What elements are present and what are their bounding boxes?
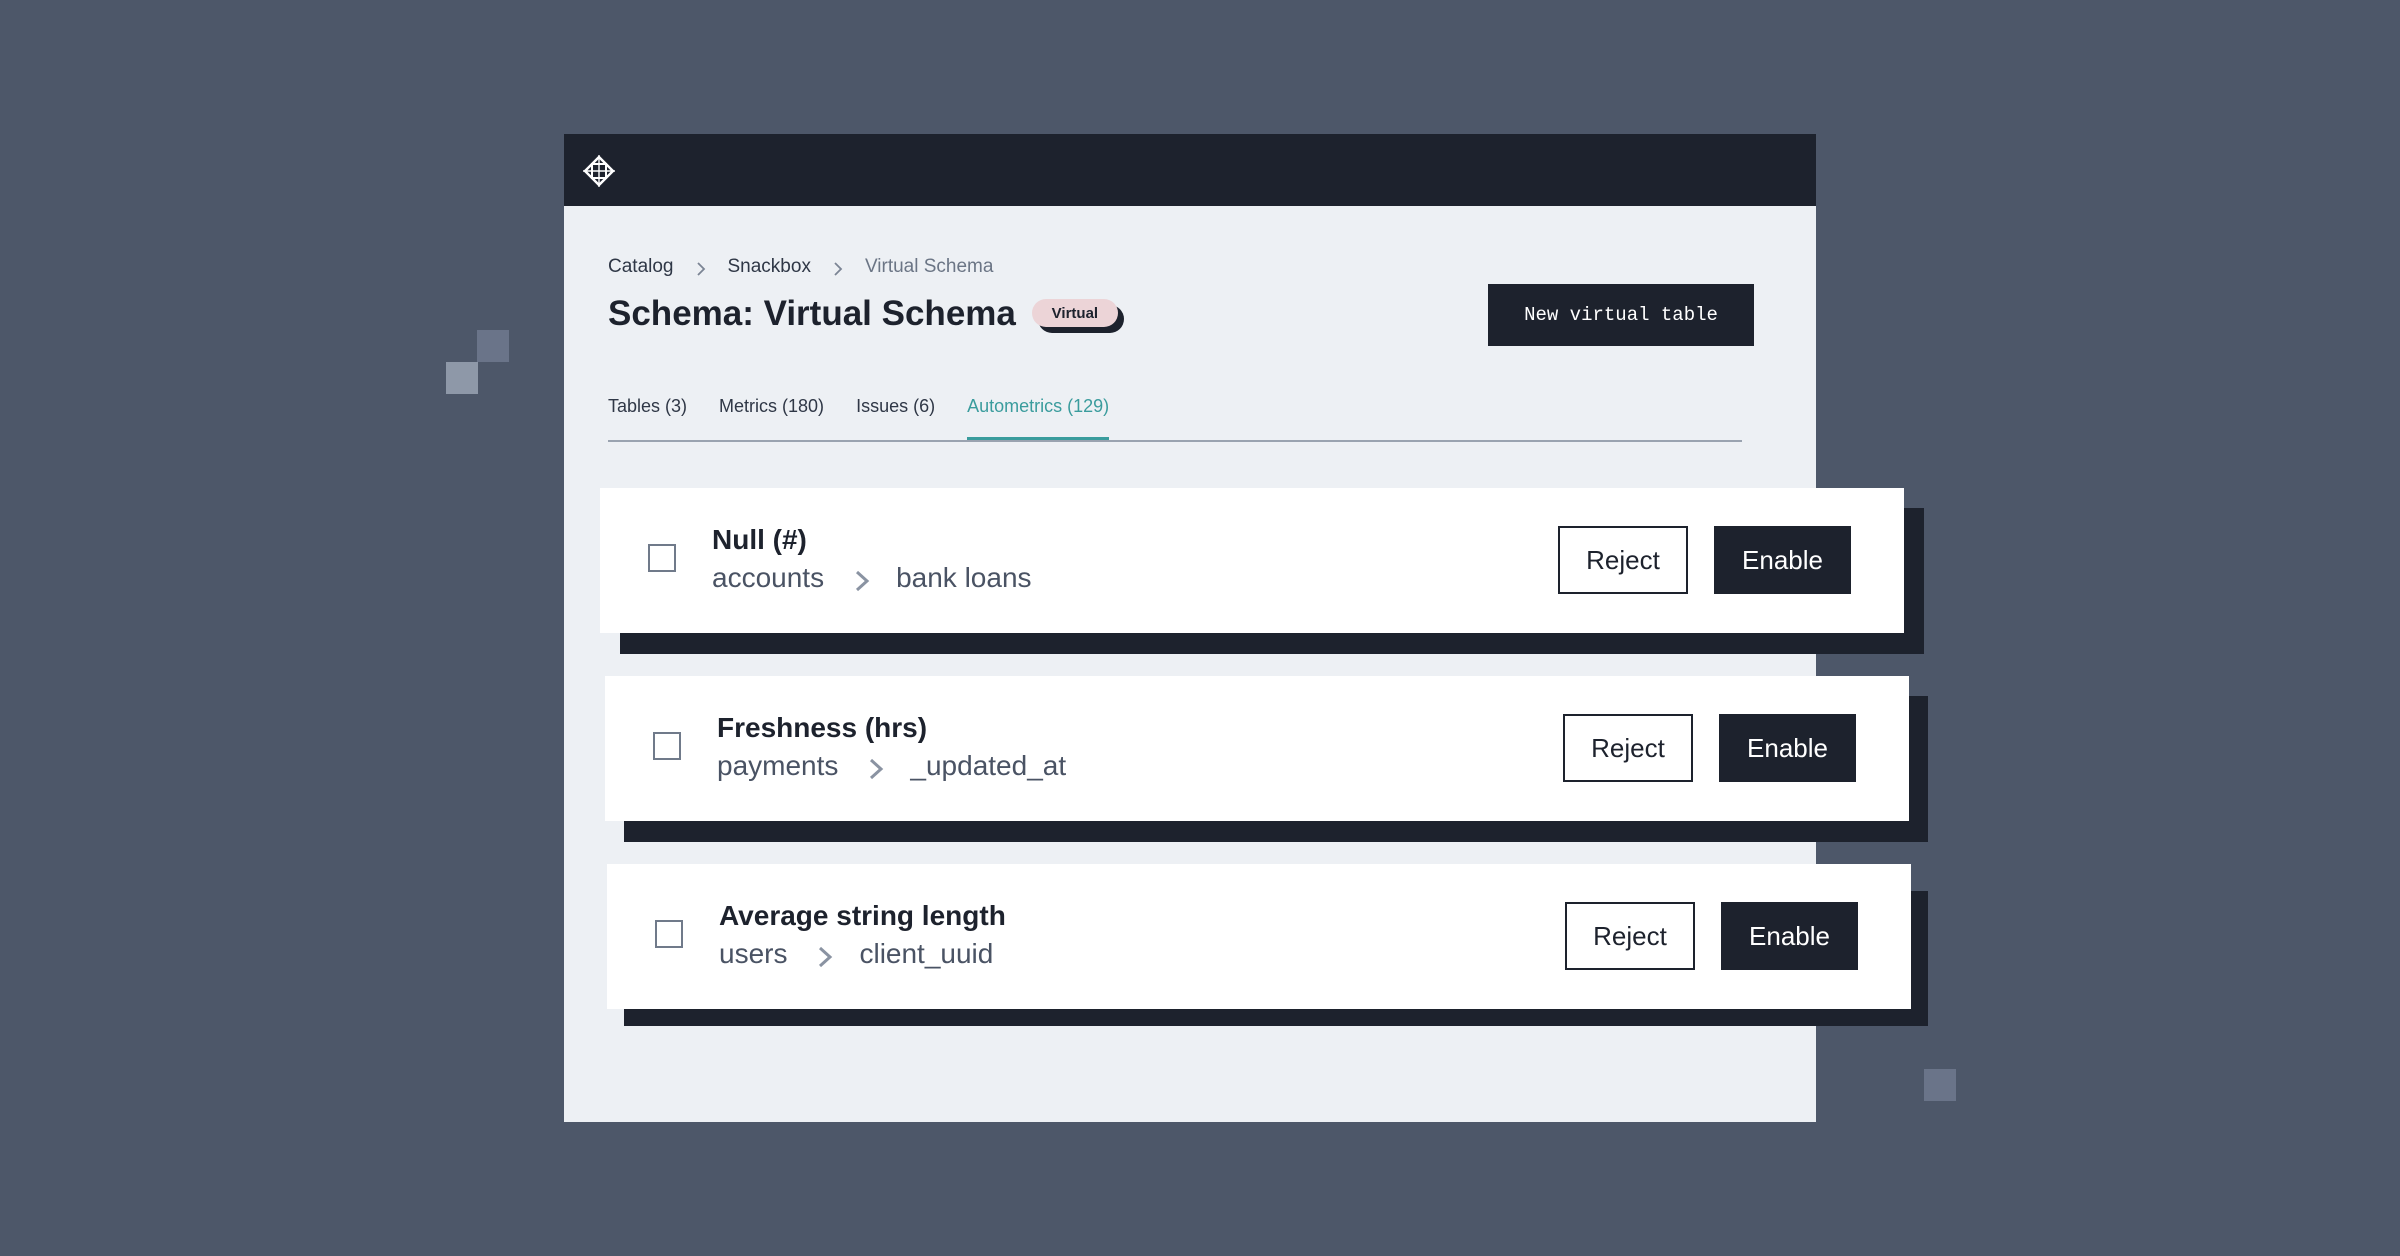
autometric-card: Average string length users client_uuid …	[607, 864, 1911, 1009]
top-bar	[564, 134, 1816, 206]
breadcrumb-snackbox[interactable]: Snackbox	[728, 256, 811, 278]
reject-button[interactable]: Reject	[1563, 714, 1693, 782]
enable-button[interactable]: Enable	[1719, 714, 1856, 782]
page-title: Schema: Virtual Schema	[608, 294, 1016, 333]
metric-name: Average string length	[719, 900, 1006, 931]
select-checkbox[interactable]	[653, 732, 681, 760]
column-name: _updated_at	[910, 750, 1067, 781]
metric-name: Freshness (hrs)	[717, 712, 928, 743]
badge-label: Virtual	[1031, 299, 1118, 327]
breadcrumb-catalog[interactable]: Catalog	[608, 256, 674, 278]
decor-square	[446, 362, 478, 394]
breadcrumb-current: Virtual Schema	[864, 256, 994, 277]
chevron-right-icon	[854, 567, 870, 592]
metric-path: users client_uuid	[719, 938, 993, 970]
metric-path: accounts bank loans	[712, 562, 1032, 594]
column-name: bank loans	[896, 562, 1032, 593]
tab-autometrics[interactable]: Autometrics (129)	[967, 394, 1110, 440]
table-name: accounts	[712, 562, 825, 593]
autometric-card: Null (#) accounts bank loans Reject Enab…	[600, 488, 1904, 633]
tab-issues[interactable]: Issues (6)	[856, 394, 935, 440]
decor-square	[1924, 1069, 1956, 1101]
table-name: payments	[717, 750, 839, 781]
autometric-card: Freshness (hrs) payments _updated_at Rej…	[605, 676, 1909, 821]
tab-bar: Tables (3) Metrics (180) Issues (6) Auto…	[608, 394, 1742, 442]
tab-tables[interactable]: Tables (3)	[608, 394, 687, 440]
chevron-right-icon	[696, 260, 706, 276]
enable-button[interactable]: Enable	[1714, 526, 1851, 594]
new-virtual-table-button[interactable]: New virtual table	[1488, 284, 1754, 346]
chevron-right-icon	[868, 755, 884, 780]
metric-name: Null (#)	[712, 524, 807, 555]
chevron-right-icon	[833, 260, 843, 276]
enable-button[interactable]: Enable	[1721, 902, 1858, 970]
reject-button[interactable]: Reject	[1565, 902, 1695, 970]
tab-metrics[interactable]: Metrics (180)	[719, 394, 824, 440]
decor-square	[477, 330, 509, 362]
reject-button[interactable]: Reject	[1558, 526, 1688, 594]
metric-path: payments _updated_at	[717, 750, 1066, 782]
select-checkbox[interactable]	[655, 920, 683, 948]
page-title-row: Schema: Virtual Schema Virtual	[608, 294, 1124, 334]
breadcrumb: Catalog Snackbox Virtual Schema	[608, 256, 993, 278]
table-name: users	[719, 938, 788, 969]
chevron-right-icon	[817, 943, 833, 968]
column-name: client_uuid	[859, 938, 994, 969]
status-badge: Virtual	[1031, 299, 1124, 333]
diamond-crosshair-icon[interactable]	[582, 154, 616, 188]
select-checkbox[interactable]	[648, 544, 676, 572]
